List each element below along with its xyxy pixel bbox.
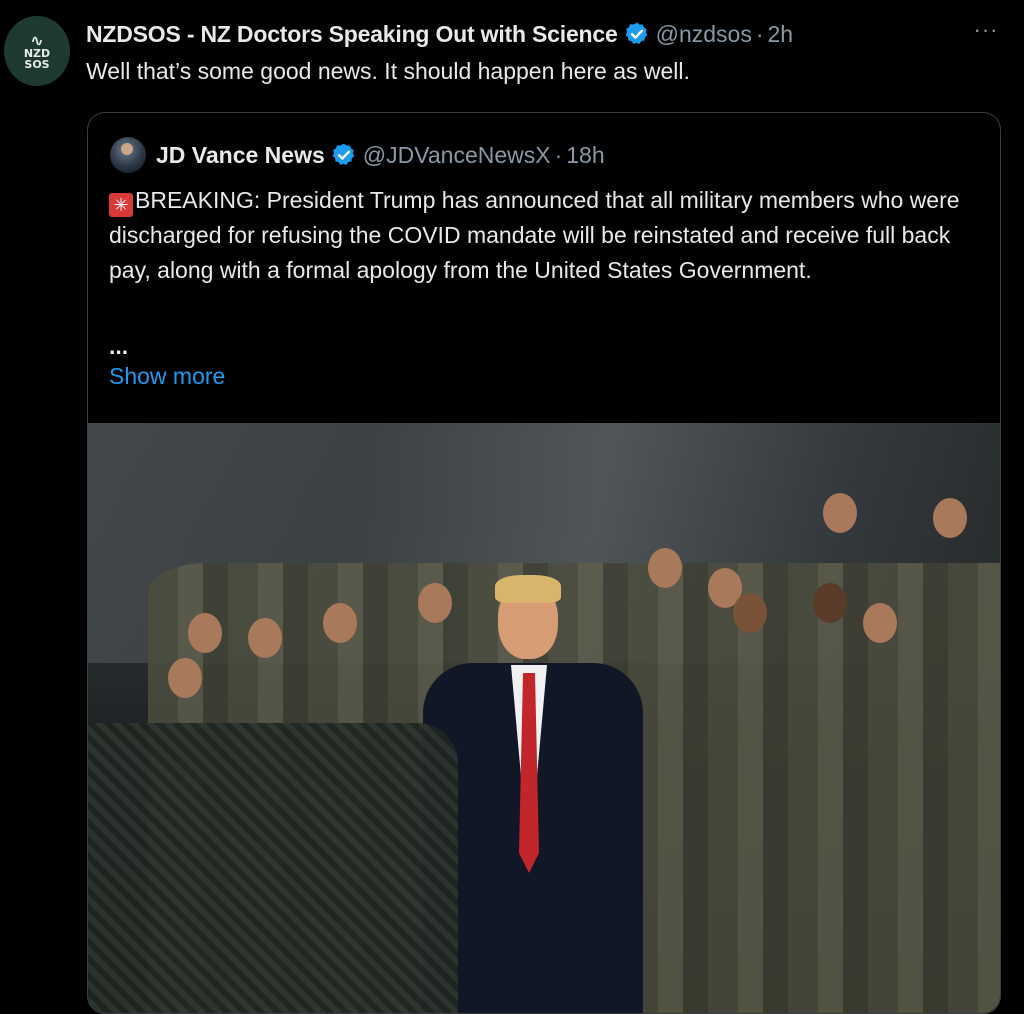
photo-soldier-head [813, 583, 847, 623]
photo-soldier-head [733, 593, 767, 633]
logo-mark-icon: ∿ [30, 30, 44, 50]
avatar-line-1: NZD [23, 46, 51, 60]
photo-soldier-head [168, 658, 202, 698]
quoted-ellipsis: ... [109, 333, 129, 359]
photo-soldier-head [648, 548, 682, 588]
photo-soldier-head [933, 498, 967, 538]
verified-badge-icon[interactable] [624, 21, 650, 47]
photo-soldier-head [248, 618, 282, 658]
tweet[interactable]: ∿ NZD SOS NZDSOS - NZ Doctors Speaking O… [0, 0, 1024, 1014]
header-separator: · [755, 20, 764, 47]
quoted-body-text: BREAKING: President Trump has announced … [109, 187, 960, 283]
quoted-text: ✳ BREAKING: President Trump has announced… [109, 183, 989, 288]
tweet-header: NZDSOS - NZ Doctors Speaking Out with Sc… [86, 18, 793, 50]
quoted-tweet[interactable]: JD Vance News @JDVanceNewsX · 18h ✳ BREAK… [87, 112, 1001, 1014]
quoted-photo[interactable] [88, 423, 1000, 1013]
photo-soldier-head [323, 603, 357, 643]
show-more-link[interactable]: Show more [109, 363, 225, 390]
author-handle[interactable]: @nzdsos [656, 21, 752, 48]
photo-soldier-head [188, 613, 222, 653]
quoted-author-name[interactable]: JD Vance News [156, 142, 325, 169]
quoted-author-avatar[interactable] [110, 137, 146, 173]
tweet-text: Well that’s some good news. It should ha… [86, 58, 690, 84]
author-avatar[interactable]: ∿ NZD SOS [4, 16, 70, 86]
post-time[interactable]: 2h [768, 21, 794, 48]
verified-badge-icon[interactable] [331, 142, 357, 168]
more-horizontal-icon[interactable]: ··· [972, 19, 1000, 42]
photo-camouflage-netting [88, 723, 458, 1013]
siren-emoji-icon: ✳ [109, 193, 133, 217]
avatar-line-2: SOS [24, 57, 50, 71]
author-name[interactable]: NZDSOS - NZ Doctors Speaking Out with Sc… [86, 21, 618, 48]
quoted-author-handle[interactable]: @JDVanceNewsX [363, 142, 551, 169]
quoted-header: JD Vance News @JDVanceNewsX · 18h [110, 135, 605, 175]
quoted-header-separator: · [554, 141, 563, 168]
photo-soldier-head [823, 493, 857, 533]
quoted-post-time[interactable]: 18h [566, 142, 604, 169]
photo-soldier-head [863, 603, 897, 643]
